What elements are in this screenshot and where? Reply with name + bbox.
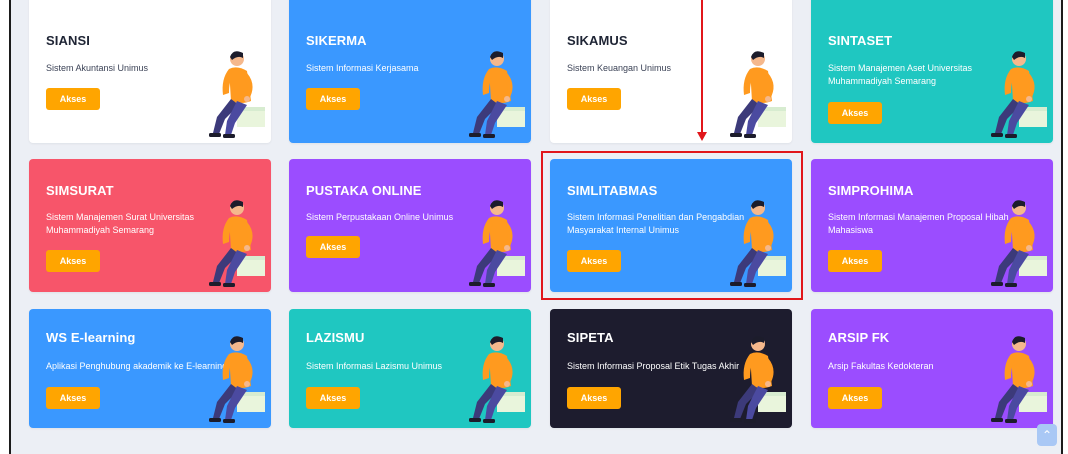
app-card-simsurat: SIMSURAT Sistem Manajemen Surat Universi…: [29, 159, 271, 292]
app-card-pustaka-online: PUSTAKA ONLINE Sistem Perpustakaan Onlin…: [289, 159, 531, 292]
annotation-highlight-box: [541, 151, 803, 300]
card-title: SINTASET: [828, 33, 893, 48]
akses-button[interactable]: Akses: [46, 88, 100, 110]
person-sitting-illustration: [199, 194, 269, 290]
app-card-simprohima: SIMPROHIMA Sistem Informasi Manajemen Pr…: [811, 159, 1053, 292]
akses-button[interactable]: Akses: [828, 102, 882, 124]
app-card-sintaset: SINTASET Sistem Manajemen Aset Universit…: [811, 0, 1053, 143]
person-sitting-illustration: [459, 194, 529, 290]
app-grid-container: SIANSI Sistem Akuntansi Unimus Akses SIK…: [9, 0, 1063, 454]
card-title: SIKERMA: [306, 33, 367, 48]
card-title: SIANSI: [46, 33, 90, 48]
akses-button[interactable]: Akses: [46, 250, 100, 272]
card-title: SIPETA: [567, 330, 614, 345]
annotation-arrow: [701, 0, 703, 134]
person-sitting-illustration: [981, 330, 1051, 426]
card-title: WS E-learning: [46, 330, 136, 345]
card-title: LAZISMU: [306, 330, 365, 345]
akses-button[interactable]: Akses: [828, 250, 882, 272]
card-title: PUSTAKA ONLINE: [306, 183, 422, 198]
app-card-sipeta: SIPETA Sistem Informasi Proposal Etik Tu…: [550, 309, 792, 428]
person-sitting-illustration: [720, 330, 790, 426]
app-card-lazismu: LAZISMU Sistem Informasi Lazismu Unimus …: [289, 309, 531, 428]
akses-button[interactable]: Akses: [828, 387, 882, 409]
person-sitting-illustration: [199, 330, 269, 426]
app-card-sikamus: SIKAMUS Sistem Keuangan Unimus Akses: [550, 0, 792, 143]
card-title: SIKAMUS: [567, 33, 628, 48]
person-sitting-illustration: [199, 45, 269, 141]
annotation-arrow-head: [697, 132, 707, 141]
chevron-up-icon[interactable]: ⌃: [1037, 424, 1057, 446]
person-sitting-illustration: [459, 330, 529, 426]
card-title: ARSIP FK: [828, 330, 890, 345]
akses-button[interactable]: Akses: [306, 387, 360, 409]
person-sitting-illustration: [720, 45, 790, 141]
akses-button[interactable]: Akses: [306, 88, 360, 110]
app-card-siansi: SIANSI Sistem Akuntansi Unimus Akses: [29, 0, 271, 143]
app-card-sikerma: SIKERMA Sistem Informasi Kerjasama Akses: [289, 0, 531, 143]
akses-button[interactable]: Akses: [567, 88, 621, 110]
akses-button[interactable]: Akses: [46, 387, 100, 409]
app-card-arsip-fk: ARSIP FK Arsip Fakultas Kedokteran Akses: [811, 309, 1053, 428]
app-card-ws-elearning: WS E-learning Aplikasi Penghubung akadem…: [29, 309, 271, 428]
akses-button[interactable]: Akses: [306, 236, 360, 258]
akses-button[interactable]: Akses: [567, 387, 621, 409]
card-title: SIMSURAT: [46, 183, 114, 198]
person-sitting-illustration: [981, 194, 1051, 290]
person-sitting-illustration: [981, 45, 1051, 141]
card-title: SIMPROHIMA: [828, 183, 914, 198]
person-sitting-illustration: [459, 45, 529, 141]
